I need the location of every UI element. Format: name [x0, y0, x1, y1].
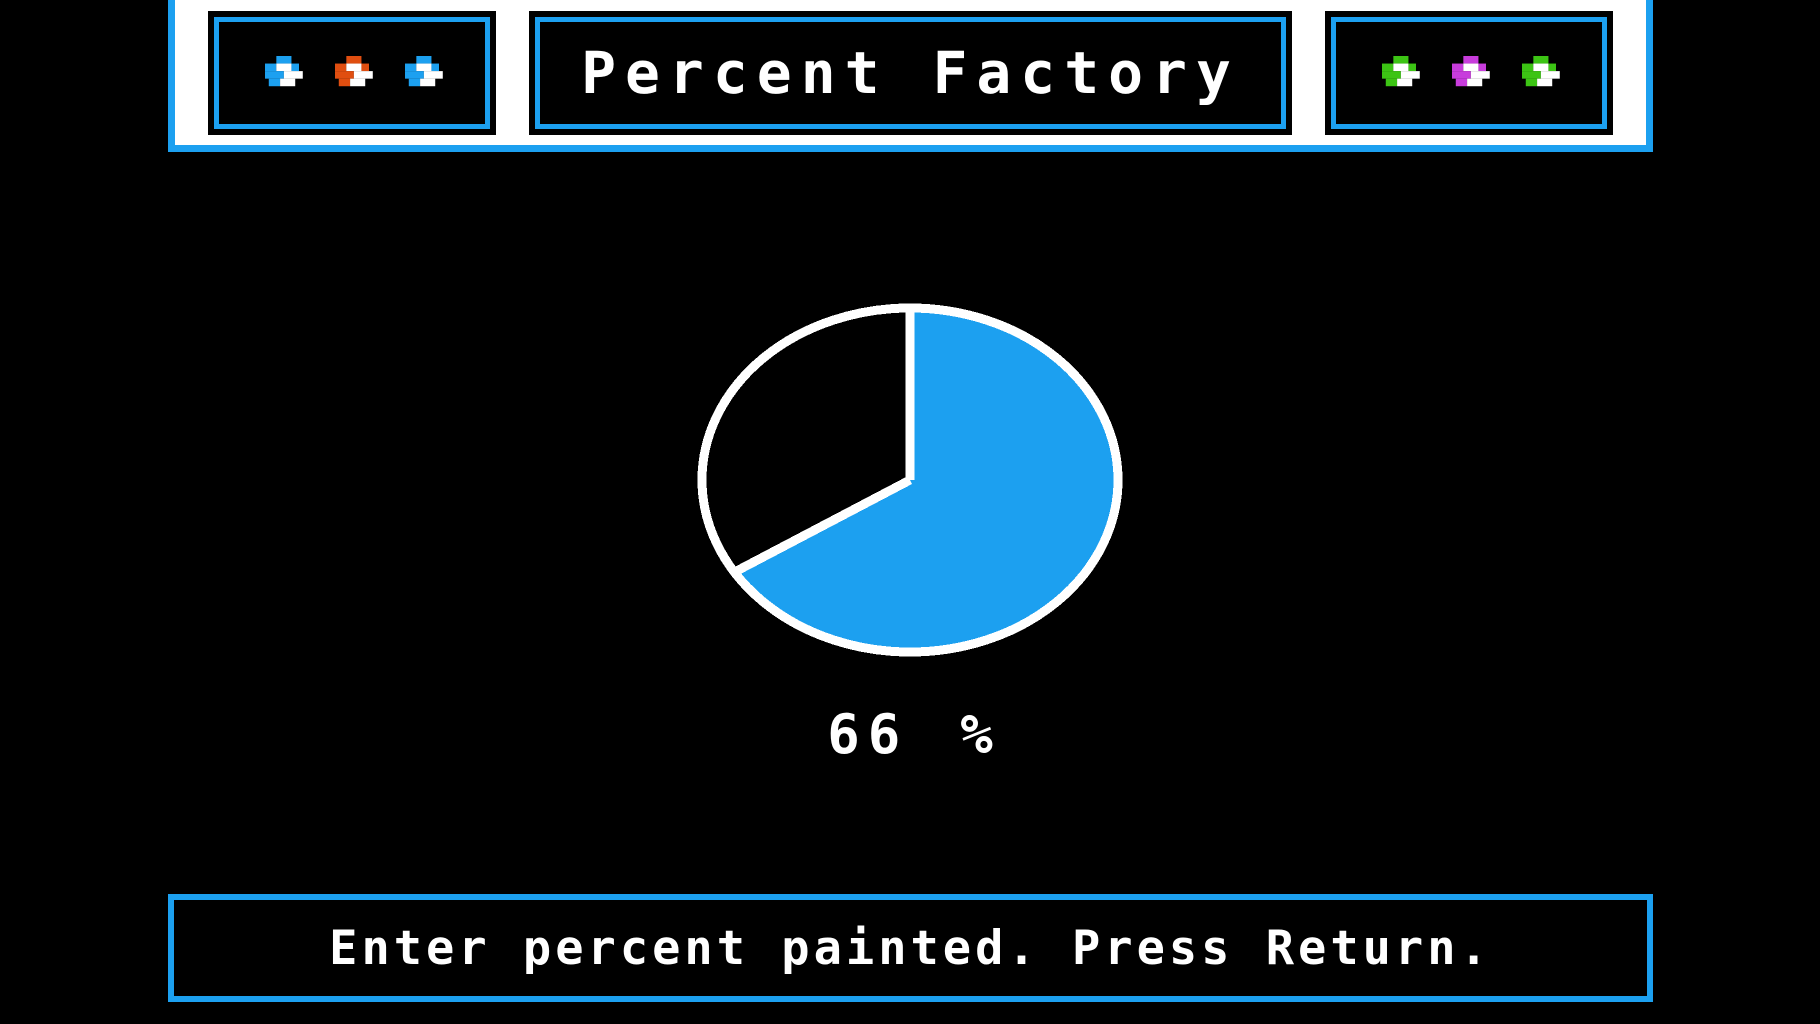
percent-value: 66	[827, 703, 909, 766]
page-title: Percent Factory	[581, 38, 1240, 107]
percent-readout: 66%	[0, 708, 1820, 762]
percent-pie-chart	[690, 296, 1130, 664]
sprite-green-icon	[1382, 55, 1420, 86]
prompt-bar[interactable]: Enter percent painted. Press Return.	[168, 894, 1653, 1002]
player-one-score-panel-inner	[214, 16, 490, 129]
sprite-green-icon	[1522, 55, 1560, 86]
sprite-orange-icon	[335, 55, 373, 86]
prompt-message: Enter percent painted. Press Return.	[329, 920, 1492, 976]
player-two-score-panel-inner	[1331, 16, 1607, 129]
game-title-panel-inner: Percent Factory	[535, 16, 1286, 129]
sprite-blue-icon	[405, 55, 443, 86]
sprite-magenta-icon	[1452, 55, 1490, 86]
pie-chart-svg	[697, 303, 1123, 657]
sprite-blue-icon	[265, 55, 303, 86]
player-one-score-panel	[208, 10, 496, 135]
game-title-panel: Percent Factory	[529, 10, 1292, 135]
player-two-score-panel	[1325, 10, 1613, 135]
header-bar: Percent Factory	[168, 0, 1653, 152]
percent-sign: %	[960, 703, 993, 766]
